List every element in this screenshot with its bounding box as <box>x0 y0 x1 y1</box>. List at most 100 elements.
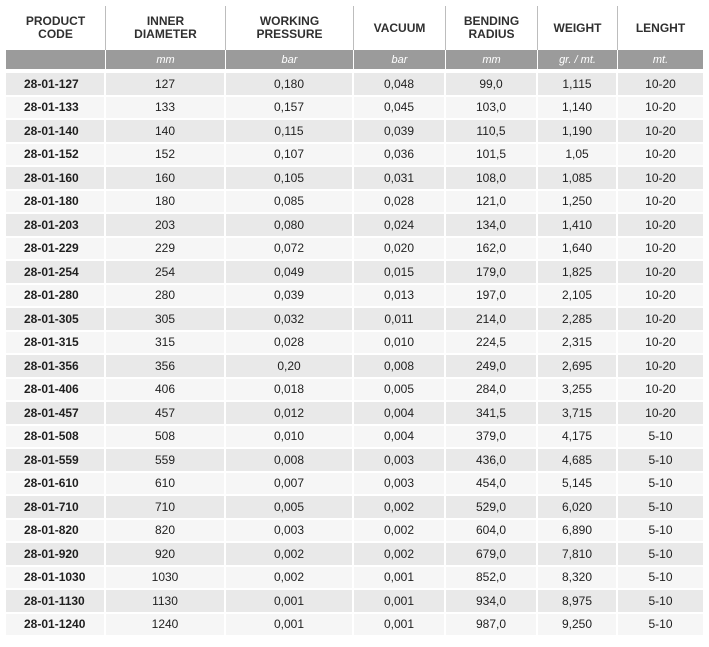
cell-weight: 2,315 <box>538 331 618 355</box>
product-spec-table-container: PRODUCT CODE INNER DIAMETER WORKING PRESSUR… <box>6 6 703 637</box>
header-length: LENGHT <box>618 6 703 50</box>
cell-weight: 1,640 <box>538 237 618 261</box>
cell-length: 5-10 <box>618 566 703 590</box>
cell-inner-diameter: 508 <box>106 425 226 449</box>
cell-inner-diameter: 1030 <box>106 566 226 590</box>
cell-working-pressure: 0,115 <box>226 120 354 144</box>
cell-inner-diameter: 254 <box>106 261 226 285</box>
cell-inner-diameter: 406 <box>106 378 226 402</box>
cell-weight: 1,410 <box>538 214 618 238</box>
table-row: 28-01-140 140 0,115 0,039 110,5 1,190 10-20 <box>6 120 703 144</box>
cell-bending-radius: 110,5 <box>446 120 538 144</box>
cell-product-code: 28-01-180 <box>6 190 106 214</box>
cell-length: 5-10 <box>618 449 703 473</box>
cell-bending-radius: 934,0 <box>446 590 538 614</box>
product-spec-table: PRODUCT CODE INNER DIAMETER WORKING PRESSUR… <box>6 6 703 637</box>
cell-vacuum: 0,001 <box>354 566 446 590</box>
cell-bending-radius: 224,5 <box>446 331 538 355</box>
cell-inner-diameter: 127 <box>106 73 226 97</box>
cell-vacuum: 0,048 <box>354 73 446 97</box>
cell-bending-radius: 121,0 <box>446 190 538 214</box>
cell-vacuum: 0,001 <box>354 590 446 614</box>
cell-working-pressure: 0,005 <box>226 496 354 520</box>
table-row: 28-01-508 508 0,010 0,004 379,0 4,175 5-10 <box>6 425 703 449</box>
cell-vacuum: 0,010 <box>354 331 446 355</box>
cell-length: 10-20 <box>618 143 703 167</box>
table-row: 28-01-127 127 0,180 0,048 99,0 1,115 10-20 <box>6 73 703 97</box>
cell-inner-diameter: 280 <box>106 284 226 308</box>
cell-product-code: 28-01-229 <box>6 237 106 261</box>
cell-vacuum: 0,003 <box>354 449 446 473</box>
cell-working-pressure: 0,085 <box>226 190 354 214</box>
cell-length: 5-10 <box>618 496 703 520</box>
header-bending-radius: BENDING RADIUS <box>446 6 538 50</box>
cell-product-code: 28-01-920 <box>6 543 106 567</box>
cell-product-code: 28-01-152 <box>6 143 106 167</box>
table-row: 28-01-133 133 0,157 0,045 103,0 1,140 10-20 <box>6 96 703 120</box>
cell-length: 10-20 <box>618 308 703 332</box>
cell-working-pressure: 0,001 <box>226 613 354 637</box>
table-row: 28-01-254 254 0,049 0,015 179,0 1,825 10-20 <box>6 261 703 285</box>
header-unit-row: mm bar bar mm gr. / mt. mt. <box>6 50 703 73</box>
unit-length: mt. <box>618 50 703 73</box>
cell-inner-diameter: 356 <box>106 355 226 379</box>
cell-product-code: 28-01-356 <box>6 355 106 379</box>
header-weight: WEIGHT <box>538 6 618 50</box>
cell-bending-radius: 197,0 <box>446 284 538 308</box>
header-title-row: PRODUCT CODE INNER DIAMETER WORKING PRESSUR… <box>6 6 703 50</box>
cell-vacuum: 0,004 <box>354 402 446 426</box>
cell-bending-radius: 341,5 <box>446 402 538 426</box>
cell-length: 5-10 <box>618 472 703 496</box>
cell-weight: 6,020 <box>538 496 618 520</box>
cell-bending-radius: 108,0 <box>446 167 538 191</box>
cell-bending-radius: 179,0 <box>446 261 538 285</box>
cell-vacuum: 0,001 <box>354 613 446 637</box>
cell-weight: 7,810 <box>538 543 618 567</box>
header-vacuum: VACUUM <box>354 6 446 50</box>
cell-inner-diameter: 920 <box>106 543 226 567</box>
unit-inner-diameter: mm <box>106 50 226 73</box>
cell-bending-radius: 679,0 <box>446 543 538 567</box>
cell-product-code: 28-01-160 <box>6 167 106 191</box>
cell-working-pressure: 0,018 <box>226 378 354 402</box>
cell-vacuum: 0,002 <box>354 496 446 520</box>
table-row: 28-01-1130 1130 0,001 0,001 934,0 8,975 5-10 <box>6 590 703 614</box>
cell-length: 10-20 <box>618 284 703 308</box>
cell-length: 10-20 <box>618 261 703 285</box>
cell-product-code: 28-01-1240 <box>6 613 106 637</box>
cell-vacuum: 0,008 <box>354 355 446 379</box>
unit-product-code <box>6 50 106 73</box>
cell-weight: 5,145 <box>538 472 618 496</box>
cell-inner-diameter: 180 <box>106 190 226 214</box>
cell-working-pressure: 0,003 <box>226 519 354 543</box>
cell-length: 5-10 <box>618 543 703 567</box>
cell-vacuum: 0,002 <box>354 543 446 567</box>
cell-bending-radius: 379,0 <box>446 425 538 449</box>
cell-inner-diameter: 1130 <box>106 590 226 614</box>
cell-product-code: 28-01-1130 <box>6 590 106 614</box>
cell-length: 10-20 <box>618 378 703 402</box>
cell-working-pressure: 0,20 <box>226 355 354 379</box>
cell-vacuum: 0,003 <box>354 472 446 496</box>
cell-weight: 1,140 <box>538 96 618 120</box>
cell-length: 10-20 <box>618 167 703 191</box>
cell-length: 10-20 <box>618 73 703 97</box>
cell-inner-diameter: 610 <box>106 472 226 496</box>
cell-bending-radius: 284,0 <box>446 378 538 402</box>
cell-inner-diameter: 820 <box>106 519 226 543</box>
cell-weight: 1,085 <box>538 167 618 191</box>
cell-vacuum: 0,011 <box>354 308 446 332</box>
cell-inner-diameter: 152 <box>106 143 226 167</box>
cell-weight: 8,320 <box>538 566 618 590</box>
cell-bending-radius: 99,0 <box>446 73 538 97</box>
cell-working-pressure: 0,080 <box>226 214 354 238</box>
table-row: 28-01-820 820 0,003 0,002 604,0 6,890 5-10 <box>6 519 703 543</box>
cell-vacuum: 0,028 <box>354 190 446 214</box>
cell-length: 10-20 <box>618 120 703 144</box>
cell-inner-diameter: 457 <box>106 402 226 426</box>
cell-product-code: 28-01-559 <box>6 449 106 473</box>
cell-vacuum: 0,024 <box>354 214 446 238</box>
cell-product-code: 28-01-315 <box>6 331 106 355</box>
cell-vacuum: 0,004 <box>354 425 446 449</box>
cell-working-pressure: 0,039 <box>226 284 354 308</box>
